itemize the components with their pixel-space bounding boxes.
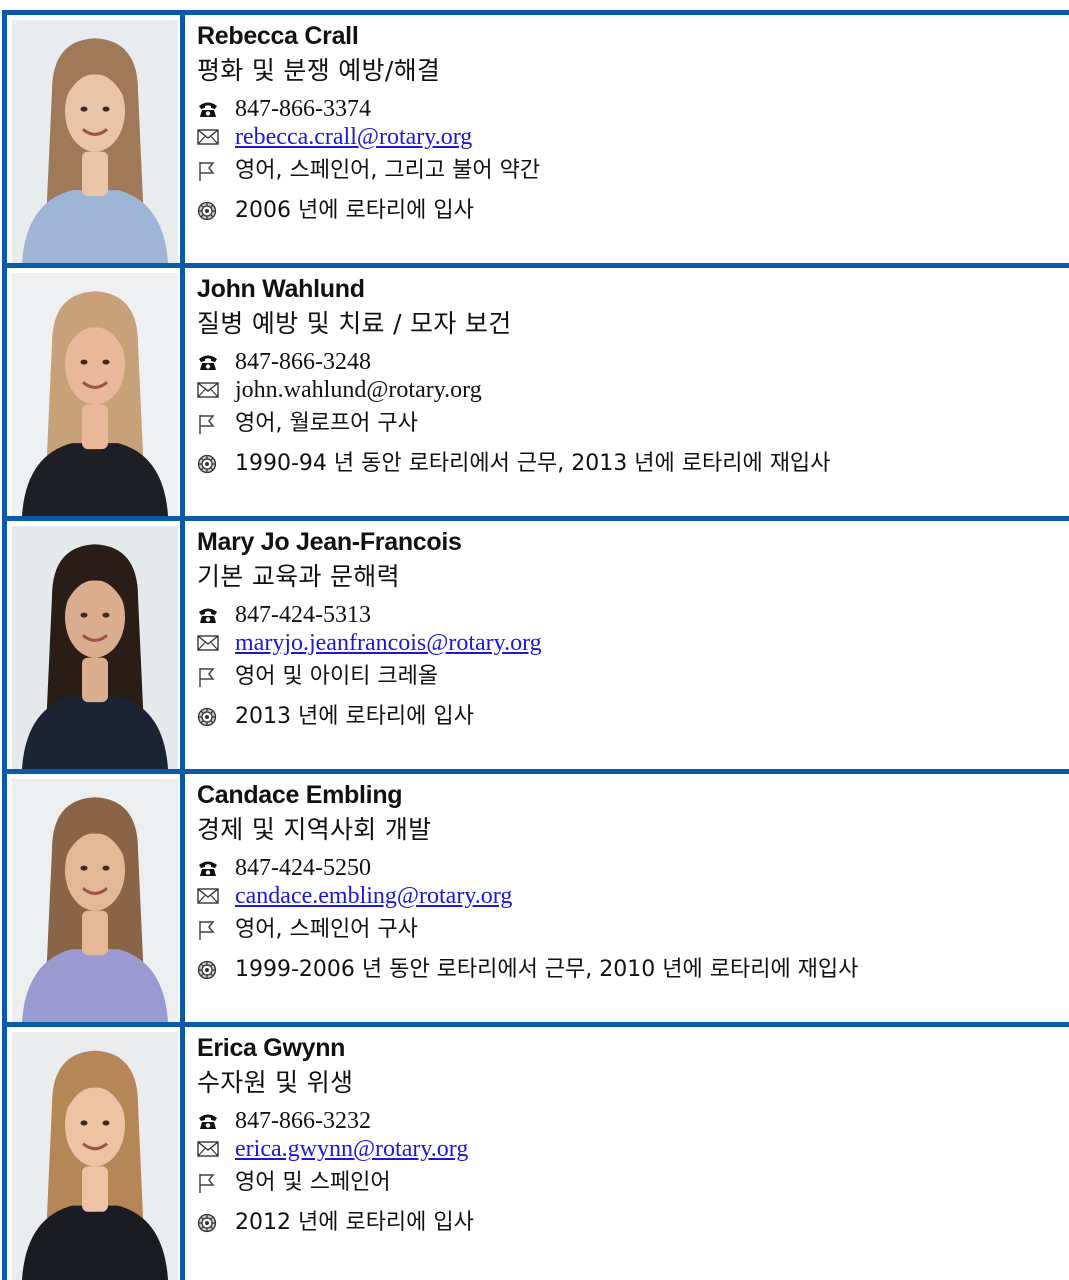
phone-row: 847-866-3248: [197, 348, 1069, 376]
staff-card-5: Erica Gwynn 수자원 및 위생 847-866-3232 erica.…: [7, 1027, 1069, 1280]
phone-icon: [197, 859, 227, 877]
portrait-photo: [12, 526, 178, 769]
area-of-focus: 기본 교육과 문해력: [197, 562, 400, 591]
portrait-cell: [7, 268, 185, 516]
phone-icon: [197, 1112, 227, 1130]
envelope-icon: [197, 129, 227, 145]
portrait-photo: [12, 1032, 178, 1280]
joined-row: 2013 년에 로타리에 입사: [197, 697, 1069, 737]
email-row: john.wahlund@rotary.org: [197, 376, 1069, 404]
rotary-wheel-icon: [197, 201, 227, 221]
phone-icon: [197, 606, 227, 624]
area-of-focus: 평화 및 분쟁 예방/해결: [197, 56, 441, 85]
phone-number[interactable]: 847-866-3232: [227, 1107, 371, 1135]
portrait-cell: [7, 15, 185, 263]
language-row: 영어, 스페인어, 그리고 불어 약간: [197, 151, 1069, 191]
staff-name: Mary Jo Jean-Francois: [197, 528, 462, 556]
email-row: erica.gwynn@rotary.org: [197, 1135, 1069, 1163]
portrait-cell: [7, 774, 185, 1022]
email-address: john.wahlund@rotary.org: [235, 377, 482, 403]
joined-rotary: 1999-2006 년 동안 로타리에서 근무, 2010 년에 로타리에 재입…: [235, 957, 859, 982]
rotary-wheel-icon: [197, 1213, 227, 1233]
envelope-icon: [197, 382, 227, 398]
phone-number[interactable]: 847-866-3248: [227, 348, 371, 376]
staff-info: Candace Embling 경제 및 지역사회 개발 847-424-525…: [185, 774, 1069, 1022]
staff-card-2: John Wahlund 질병 예방 및 치료 / 모자 보건 847-866-…: [7, 268, 1069, 521]
rotary-wheel-icon: [197, 960, 227, 980]
staff-card-4: Candace Embling 경제 및 지역사회 개발 847-424-525…: [7, 774, 1069, 1027]
staff-info: John Wahlund 질병 예방 및 치료 / 모자 보건 847-866-…: [185, 268, 1069, 516]
phone-row: 847-866-3374: [197, 95, 1069, 123]
phone-number[interactable]: 847-424-5313: [227, 601, 371, 629]
email-link[interactable]: rebecca.crall@rotary.org: [235, 124, 472, 150]
language-row: 영어 및 스페인어: [197, 1163, 1069, 1203]
email-link[interactable]: candace.embling@rotary.org: [235, 883, 512, 909]
languages-spoken: 영어 및 아이티 크레올: [235, 664, 439, 689]
phone-row: 847-424-5313: [197, 601, 1069, 629]
email-link[interactable]: erica.gwynn@rotary.org: [235, 1136, 468, 1162]
staff-card-3: Mary Jo Jean-Francois 기본 교육과 문해력 847-424…: [7, 521, 1069, 774]
joined-row: 1999-2006 년 동안 로타리에서 근무, 2010 년에 로타리에 재입…: [197, 950, 1069, 990]
envelope-icon: [197, 888, 227, 904]
rotary-wheel-icon: [197, 707, 227, 727]
portrait-cell: [7, 1027, 185, 1280]
phone-row: 847-424-5250: [197, 854, 1069, 882]
joined-row: 2006 년에 로타리에 입사: [197, 191, 1069, 231]
email-row: rebecca.crall@rotary.org: [197, 123, 1069, 151]
joined-rotary: 2006 년에 로타리에 입사: [235, 198, 474, 223]
portrait-cell: [7, 521, 185, 769]
language-row: 영어 및 아이티 크레올: [197, 657, 1069, 697]
staff-card-1: Rebecca Crall 평화 및 분쟁 예방/해결 847-866-3374: [7, 15, 1069, 268]
flag-icon: [197, 413, 227, 435]
flag-icon: [197, 666, 227, 688]
portrait-photo: [12, 273, 178, 516]
staff-info: Rebecca Crall 평화 및 분쟁 예방/해결 847-866-3374: [185, 15, 1069, 263]
language-row: 영어, 월로프어 구사: [197, 404, 1069, 444]
portrait-photo: [12, 20, 178, 263]
phone-icon: [197, 353, 227, 371]
flag-icon: [197, 160, 227, 182]
area-of-focus: 질병 예방 및 치료 / 모자 보건: [197, 309, 512, 338]
joined-rotary: 2013 년에 로타리에 입사: [235, 704, 474, 729]
languages-spoken: 영어, 스페인어, 그리고 불어 약간: [235, 158, 541, 183]
languages-spoken: 영어, 스페인어 구사: [235, 917, 418, 942]
email-link[interactable]: maryjo.jeanfrancois@rotary.org: [235, 630, 542, 656]
flag-icon: [197, 919, 227, 941]
languages-spoken: 영어, 월로프어 구사: [235, 411, 418, 436]
staff-info: Mary Jo Jean-Francois 기본 교육과 문해력 847-424…: [185, 521, 1069, 769]
joined-rotary: 1990-94 년 동안 로타리에서 근무, 2013 년에 로타리에 재입사: [235, 451, 831, 476]
staff-info: Erica Gwynn 수자원 및 위생 847-866-3232 erica.…: [185, 1027, 1069, 1280]
phone-number[interactable]: 847-866-3374: [227, 95, 371, 123]
envelope-icon: [197, 1141, 227, 1157]
staff-name: John Wahlund: [197, 275, 365, 303]
envelope-icon: [197, 635, 227, 651]
phone-row: 847-866-3232: [197, 1107, 1069, 1135]
area-of-focus: 수자원 및 위생: [197, 1068, 354, 1097]
staff-name: Erica Gwynn: [197, 1034, 346, 1062]
joined-rotary: 2012 년에 로타리에 입사: [235, 1210, 474, 1235]
phone-icon: [197, 100, 227, 118]
staff-name: Candace Embling: [197, 781, 403, 809]
area-of-focus: 경제 및 지역사회 개발: [197, 815, 432, 844]
languages-spoken: 영어 및 스페인어: [235, 1170, 391, 1195]
joined-row: 2012 년에 로타리에 입사: [197, 1203, 1069, 1243]
email-row: maryjo.jeanfrancois@rotary.org: [197, 629, 1069, 657]
joined-row: 1990-94 년 동안 로타리에서 근무, 2013 년에 로타리에 재입사: [197, 444, 1069, 484]
staff-directory-table: Rebecca Crall 평화 및 분쟁 예방/해결 847-866-3374: [2, 10, 1069, 1280]
flag-icon: [197, 1172, 227, 1194]
email-row: candace.embling@rotary.org: [197, 882, 1069, 910]
phone-number[interactable]: 847-424-5250: [227, 854, 371, 882]
rotary-wheel-icon: [197, 454, 227, 474]
language-row: 영어, 스페인어 구사: [197, 910, 1069, 950]
portrait-photo: [12, 779, 178, 1022]
staff-name: Rebecca Crall: [197, 22, 359, 50]
